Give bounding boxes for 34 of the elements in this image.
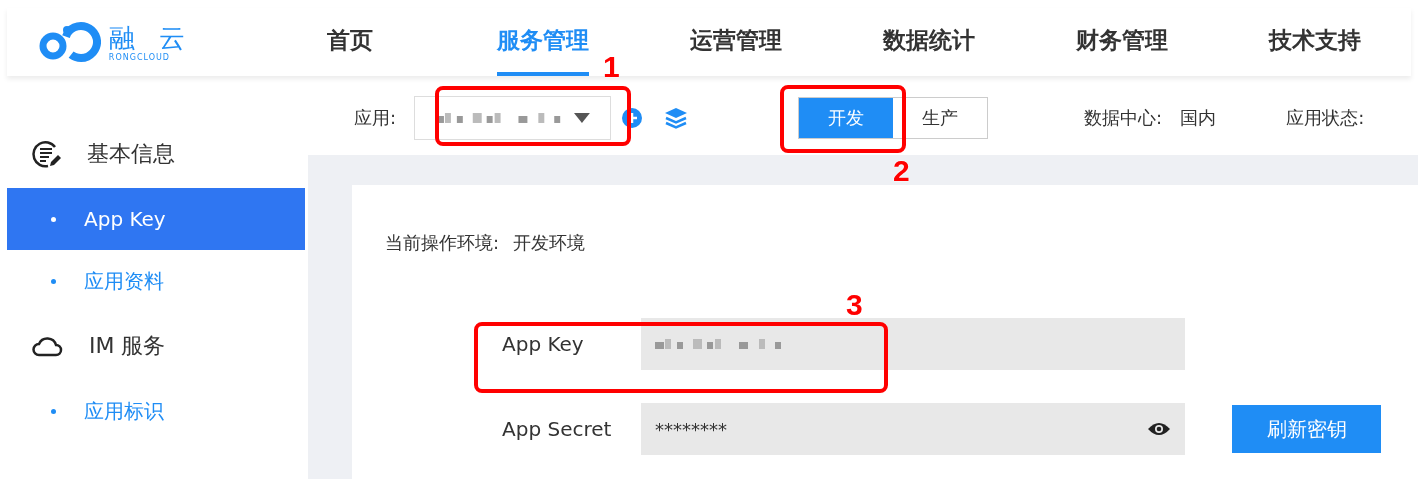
nav-tab[interactable]: 首页 [326,8,373,76]
nav-tab[interactable]: 运营管理 [689,8,782,76]
sidebar-item[interactable]: App Key [7,188,305,250]
environment-label: 当前操作环境: [385,231,500,255]
field-label: App Key [502,332,585,356]
field-label: App Secret [502,417,613,441]
sidebar-section: 基本信息 [87,139,175,169]
step-number: 1 [603,52,620,82]
bullet-icon [51,408,56,414]
sidebar-section: IM 服务 [89,331,166,361]
bullet-icon [51,216,56,222]
step-number: 2 [893,156,910,186]
nav-tab[interactable]: 技术支持 [1268,8,1361,76]
app-status-label: 应用状态: [1286,105,1365,130]
environment-value: 开发环境 [513,231,586,255]
input-field[interactable] [641,318,1185,370]
app-select[interactable] [414,95,612,140]
add-icon[interactable] [621,106,644,129]
logo-icon [38,20,101,64]
logo-name: 融 云 [108,22,194,53]
app-label: 应用: [354,105,397,130]
nav-tab[interactable]: 财务管理 [1075,8,1168,76]
step-number: 3 [846,290,863,320]
data-center-value: 国内 [1180,105,1217,130]
nav-tab[interactable]: 数据统计 [882,8,975,76]
layers-icon[interactable] [664,106,689,129]
eye-icon[interactable] [1147,421,1171,437]
cloud-icon [31,335,63,357]
bullet-icon [51,278,56,284]
data-center-label: 数据中心: [1084,105,1163,130]
logo-subtitle: RONGCLOUD [108,52,170,62]
input-field[interactable]: ******** [641,403,1185,455]
list-edit-icon [31,139,61,169]
dropdown-caret-icon [574,112,591,123]
